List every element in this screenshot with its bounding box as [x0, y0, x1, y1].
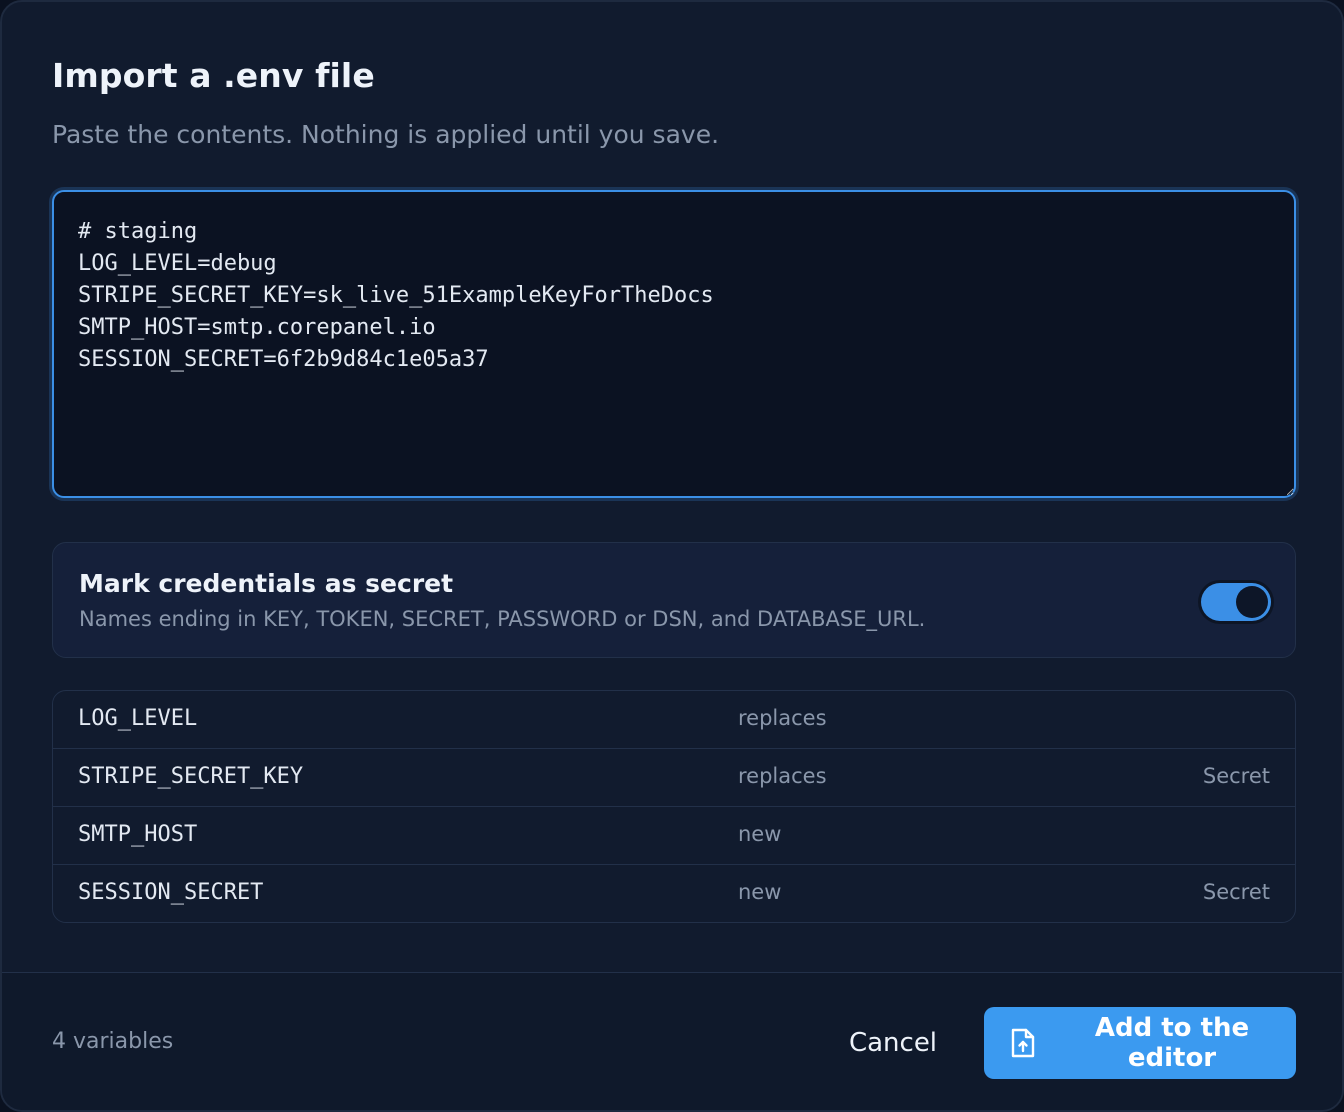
mark-secret-title: Mark credentials as secret	[79, 569, 454, 598]
variable-name: SMTP_HOST	[78, 822, 198, 847]
mark-secret-toggle[interactable]	[1201, 583, 1271, 621]
variable-action: replaces	[738, 706, 827, 730]
file-upload-icon	[1010, 1027, 1036, 1059]
table-row: SESSION_SECRET new Secret	[53, 865, 1295, 922]
variable-action: new	[738, 880, 782, 904]
variable-count: 4 variables	[52, 1029, 174, 1054]
toggle-knob	[1236, 586, 1268, 618]
add-to-editor-button[interactable]: Add to the editor	[984, 1007, 1296, 1079]
variable-secret-tag: Secret	[1202, 880, 1270, 904]
mark-secret-description: Names ending in KEY, TOKEN, SECRET, PASS…	[79, 607, 926, 631]
variable-action: new	[738, 822, 782, 846]
dialog-subtitle: Paste the contents. Nothing is applied u…	[52, 120, 720, 149]
env-contents-textarea[interactable]	[52, 190, 1296, 498]
add-to-editor-label: Add to the editor	[1094, 1013, 1250, 1073]
cancel-button[interactable]: Cancel	[828, 1007, 958, 1079]
variable-name: SESSION_SECRET	[78, 880, 264, 905]
dialog-footer: 4 variables Cancel Add to the editor	[2, 972, 1342, 1110]
variable-secret-tag: Secret	[1202, 764, 1270, 788]
variable-action: replaces	[738, 764, 827, 788]
import-env-dialog: Import a .env file Paste the contents. N…	[0, 0, 1344, 1112]
mark-secret-option: Mark credentials as secret Names ending …	[52, 542, 1296, 658]
table-row: STRIPE_SECRET_KEY replaces Secret	[53, 749, 1295, 807]
dialog-title: Import a .env file	[52, 56, 375, 95]
table-row: LOG_LEVEL replaces	[53, 691, 1295, 749]
variables-preview-table: LOG_LEVEL replaces STRIPE_SECRET_KEY rep…	[52, 690, 1296, 923]
variable-name: LOG_LEVEL	[78, 706, 198, 731]
variable-name: STRIPE_SECRET_KEY	[78, 764, 304, 789]
table-row: SMTP_HOST new	[53, 807, 1295, 865]
